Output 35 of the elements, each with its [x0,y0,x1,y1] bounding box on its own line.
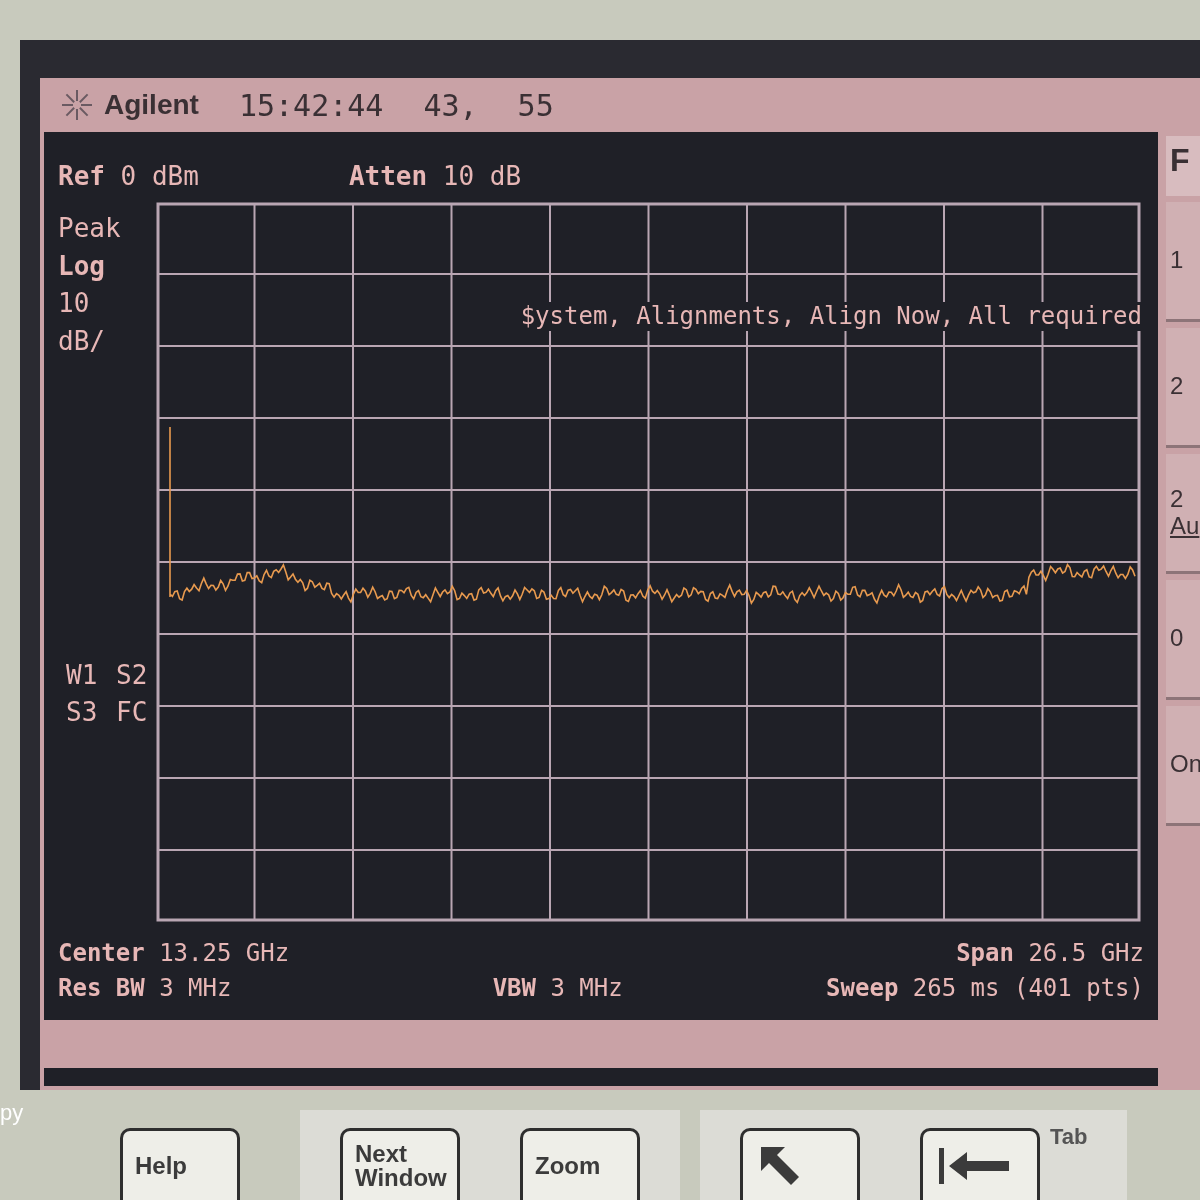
softkey[interactable]: On [1166,706,1200,826]
key-label: Tab [1050,1123,1088,1151]
scale-label: 10 [58,287,91,321]
trace-flag-label: S2 [116,658,149,692]
softkey[interactable]: 2 [1166,328,1200,448]
setting-text: VBW 3 MHz [492,972,623,1004]
ref-level-text: Ref 0 dBm [58,160,199,193]
softkey[interactable]: 1 [1166,202,1200,322]
scale-label: Peak [58,212,122,245]
tab-key[interactable] [920,1128,1040,1200]
key-button[interactable]: Help [120,1128,240,1200]
clock-time: 15:42:44 [238,86,384,125]
attenuation-text: Atten 10 dB [348,160,522,193]
scale-label: dB/ [58,325,106,359]
key-button[interactable]: Next Window [340,1128,460,1200]
softkey-title: F [1166,136,1200,196]
spark-logo-icon [60,88,94,122]
status-value: 55 [517,86,554,125]
trace-flag-label: W1 [66,658,99,692]
softkey-label: Au [1170,512,1200,539]
brand-name: Agilent [104,88,199,122]
status-value: 43, [423,86,478,125]
bezel-label: py [0,1099,25,1127]
trace-flag-label: FC [116,696,149,730]
scale-label: Log [58,249,106,283]
setting-text: Sweep 265 ms (401 pts) [826,972,1144,1004]
trace-flag-label: S3 [66,696,99,730]
setting-text: Center 13.25 GHz [58,938,290,969]
softkey-label: 2 [1170,486,1185,513]
setting-text: Span 26.5 GHz [955,938,1144,969]
softkey[interactable]: 0 [1166,580,1200,700]
alignment-message: $ystem, Alignments, Align Now, All required [520,302,1142,331]
arrow-key[interactable] [740,1128,860,1200]
setting-text: Res BW 3 MHz [58,972,233,1004]
key-button[interactable]: Zoom [520,1128,640,1200]
